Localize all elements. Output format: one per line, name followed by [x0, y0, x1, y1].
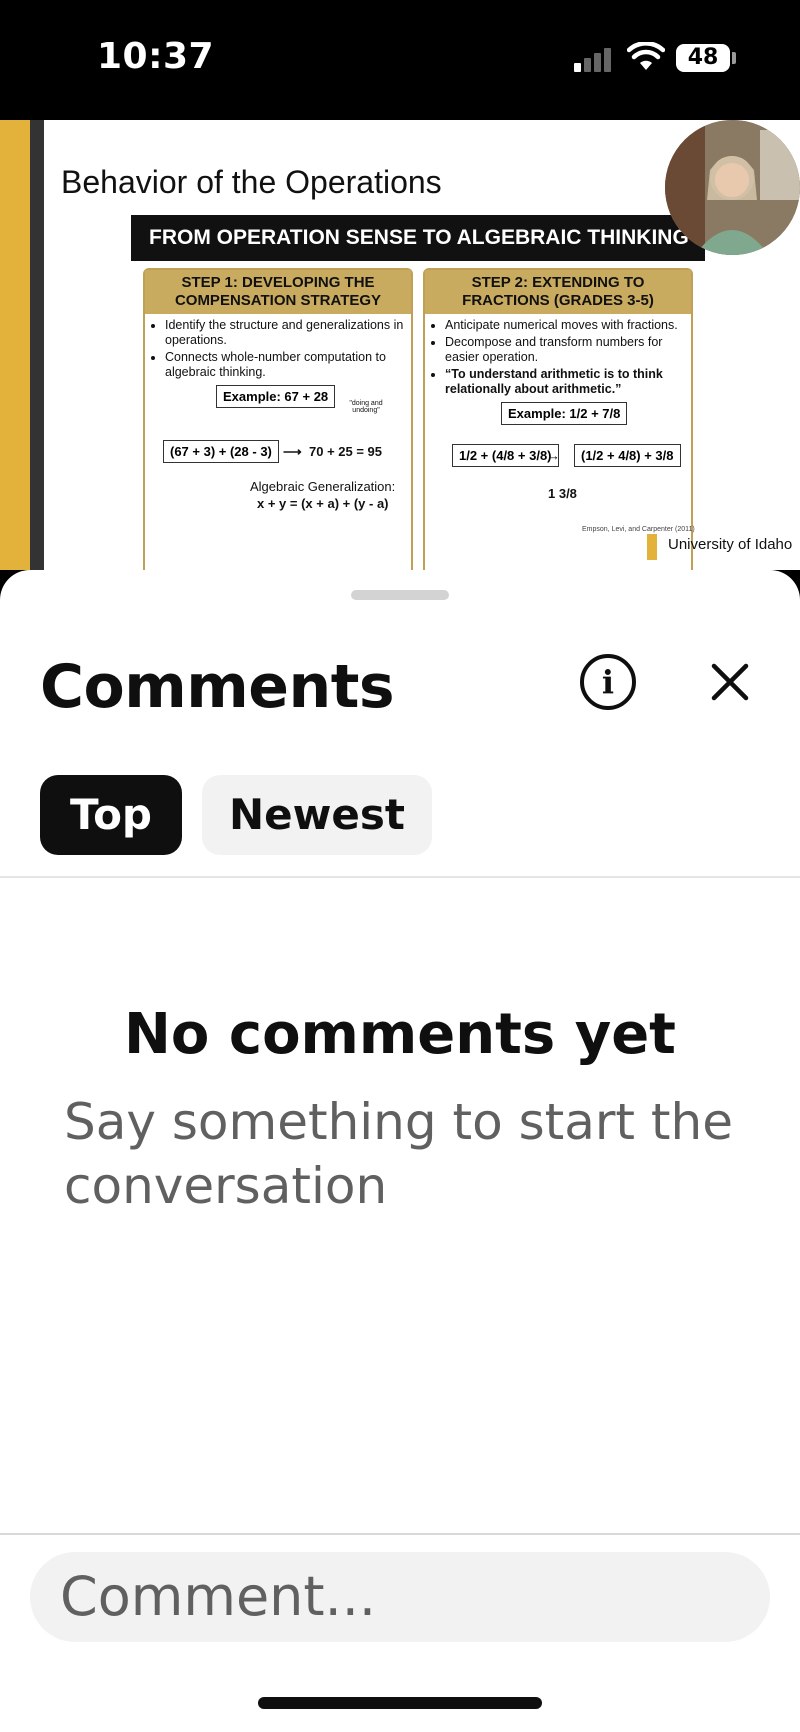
slide-credit: Empson, Levi, and Carpenter (2011)	[582, 526, 695, 533]
cycle-label: "doing and undoing"	[349, 400, 383, 414]
wifi-icon	[627, 42, 665, 70]
step2-expression-right: (1/2 + 4/8) + 3/8	[574, 444, 681, 467]
battery-indicator: 48	[676, 44, 730, 72]
step1-expression: (67 + 3) + (28 - 3)	[163, 440, 279, 463]
comments-title: Comments	[40, 652, 395, 722]
slide-gold-bar	[0, 120, 30, 570]
slide-title: Behavior of the Operations	[61, 164, 442, 200]
step1-example: Example: 67 + 28	[216, 385, 336, 408]
slide-dark-bar	[30, 120, 44, 570]
university-logo-icon	[647, 534, 657, 560]
step2-expression-left: 1/2 + (4/8 + 3/8)	[452, 444, 559, 467]
arrow-icon: →	[547, 448, 560, 463]
step1-bullets: Identify the structure and generalizatio…	[145, 318, 411, 380]
divider	[0, 876, 800, 878]
status-bar: 10:37 48	[0, 0, 800, 120]
comment-input[interactable]: Comment...	[30, 1552, 770, 1642]
step2-heading: STEP 2: EXTENDING TO FRACTIONS (GRADES 3…	[425, 270, 691, 314]
tab-top[interactable]: Top	[40, 775, 182, 855]
empty-state-subtitle: Say something to start the conversation	[64, 1093, 733, 1215]
tab-newest[interactable]: Newest	[202, 775, 432, 855]
comments-sheet: Comments i Top Newest No comments yet Sa…	[0, 570, 800, 1732]
info-icon[interactable]: i	[580, 654, 636, 710]
presenter-avatar	[665, 120, 800, 255]
empty-state-title: No comments yet	[124, 1002, 676, 1067]
divider	[0, 1533, 800, 1535]
generalization-label: Algebraic Generalization:	[250, 479, 396, 494]
step2-example: Example: 1/2 + 7/8	[501, 402, 628, 425]
generalization-expression: x + y = (x + a) + (y - a)	[257, 496, 389, 511]
arrow-icon: ⟶	[283, 444, 302, 459]
status-time: 10:37	[97, 36, 215, 77]
step2-bullets: Anticipate numerical moves with fraction…	[425, 318, 691, 397]
battery-tip	[732, 52, 736, 64]
drag-handle[interactable]	[351, 590, 449, 600]
step1-heading: STEP 1: DEVELOPING THE COMPENSATION STRA…	[145, 270, 411, 314]
step2-answer: 1 3/8	[548, 486, 577, 501]
close-icon[interactable]	[705, 657, 755, 707]
slide-banner: FROM OPERATION SENSE TO ALGEBRAIC THINKI…	[131, 215, 705, 261]
step1-result: 70 + 25 = 95	[309, 444, 383, 459]
cellular-signal-icon	[574, 46, 614, 72]
video-player[interactable]: Behavior of the Operations FROM OPERATIO…	[0, 120, 800, 570]
university-name: University of Idaho	[668, 536, 793, 553]
home-indicator[interactable]	[258, 1697, 542, 1709]
step1-panel: STEP 1: DEVELOPING THE COMPENSATION STRA…	[143, 268, 413, 570]
